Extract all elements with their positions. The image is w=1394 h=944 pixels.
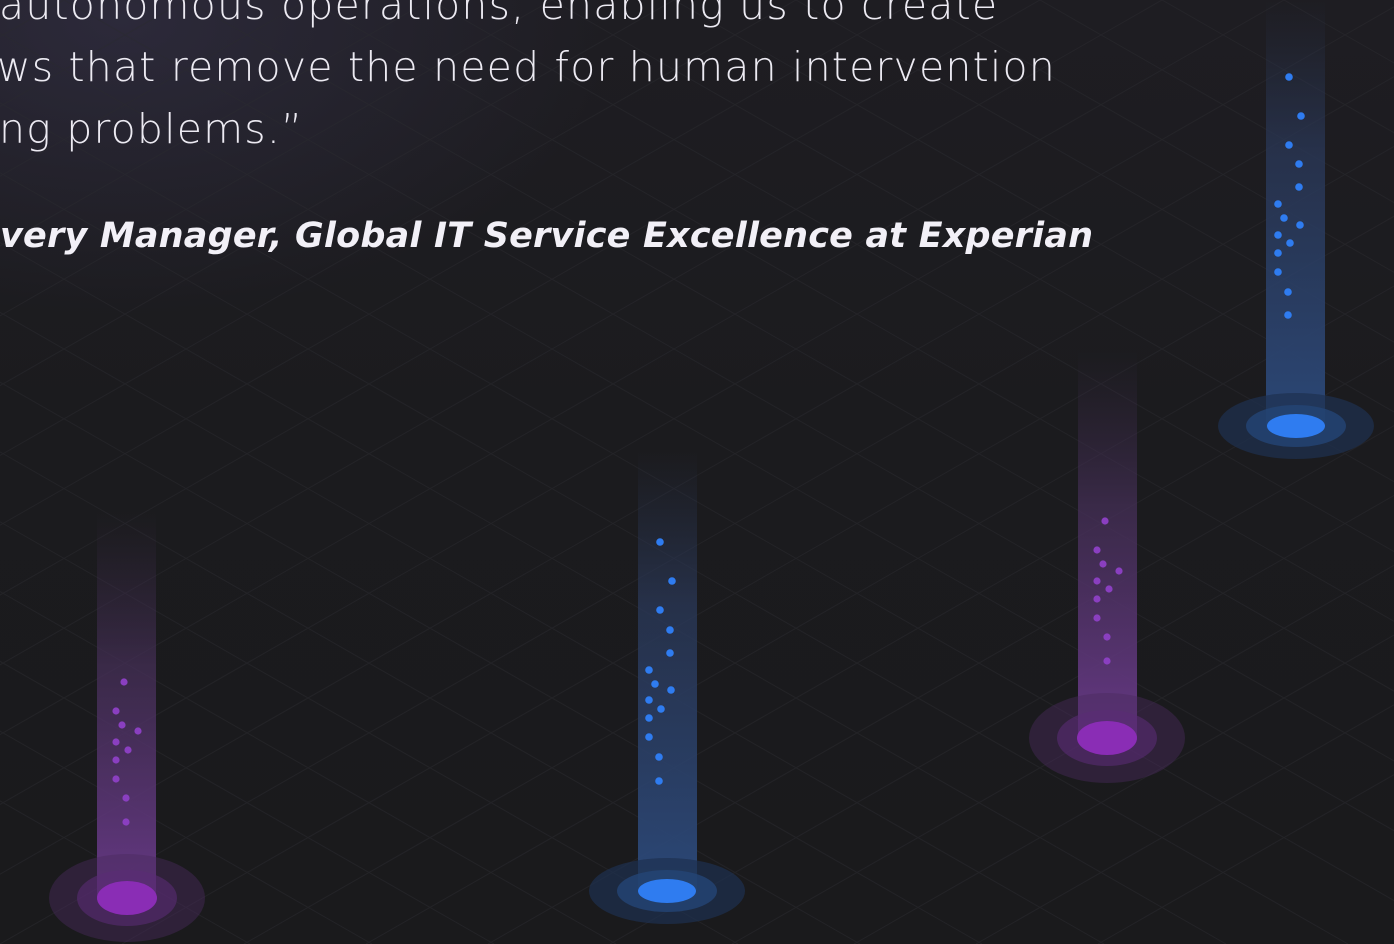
particle-dot [112, 756, 120, 764]
particle-dot [655, 777, 663, 785]
particle-dot [1099, 560, 1107, 568]
particle-dot [1103, 633, 1111, 641]
particle-dot [1295, 160, 1303, 168]
particle-dot [1093, 614, 1101, 622]
particle-dot [1286, 239, 1294, 247]
particle-dot [645, 666, 653, 674]
particle-dot [1280, 214, 1288, 222]
particle-dot [1284, 288, 1292, 296]
particle-dot [1115, 567, 1123, 575]
particle-dot [657, 705, 665, 713]
particle-dot [1274, 249, 1282, 257]
particle-dot [656, 606, 664, 614]
particle-dot [645, 696, 653, 704]
particle-dot [1284, 311, 1292, 319]
particle-dot [1103, 657, 1111, 665]
particle-dot [1101, 517, 1109, 525]
particle-dot [645, 733, 653, 741]
particle-dot [134, 727, 142, 735]
particle-dot [124, 746, 132, 754]
particle-dot [122, 818, 130, 826]
beam-purple-left [49, 510, 205, 942]
beam-blue-top-right [1218, 0, 1374, 459]
particle-dot [667, 686, 675, 694]
particle-dot [1285, 141, 1293, 149]
particle-dot [1274, 231, 1282, 239]
particle-dot [112, 707, 120, 715]
light-beams-illustration [49, 0, 1374, 942]
particle-dot [645, 714, 653, 722]
particle-dot [1274, 200, 1282, 208]
particle-dot [656, 538, 664, 546]
particle-dot [666, 626, 674, 634]
particle-dot [1093, 595, 1101, 603]
beam-blue-center [589, 450, 745, 924]
beam-purple-right [1029, 350, 1185, 783]
particle-dot [1274, 268, 1282, 276]
particle-dot [655, 753, 663, 761]
particle-dot [1093, 546, 1101, 554]
particle-dot [1296, 221, 1304, 229]
particle-dot [1297, 112, 1305, 120]
particle-dot [666, 649, 674, 657]
particle-dot [120, 678, 128, 686]
particle-dot [112, 738, 120, 746]
testimonial-section: autonomous operations, enabling us to cr… [0, 0, 1394, 944]
particle-dot [651, 680, 659, 688]
particle-dot [112, 775, 120, 783]
particle-dot [668, 577, 676, 585]
particle-dot [1295, 183, 1303, 191]
particle-dot [1105, 585, 1113, 593]
particle-dot [118, 721, 126, 729]
particle-dot [1093, 577, 1101, 585]
particle-dot [1285, 73, 1293, 81]
particle-dot [122, 794, 130, 802]
